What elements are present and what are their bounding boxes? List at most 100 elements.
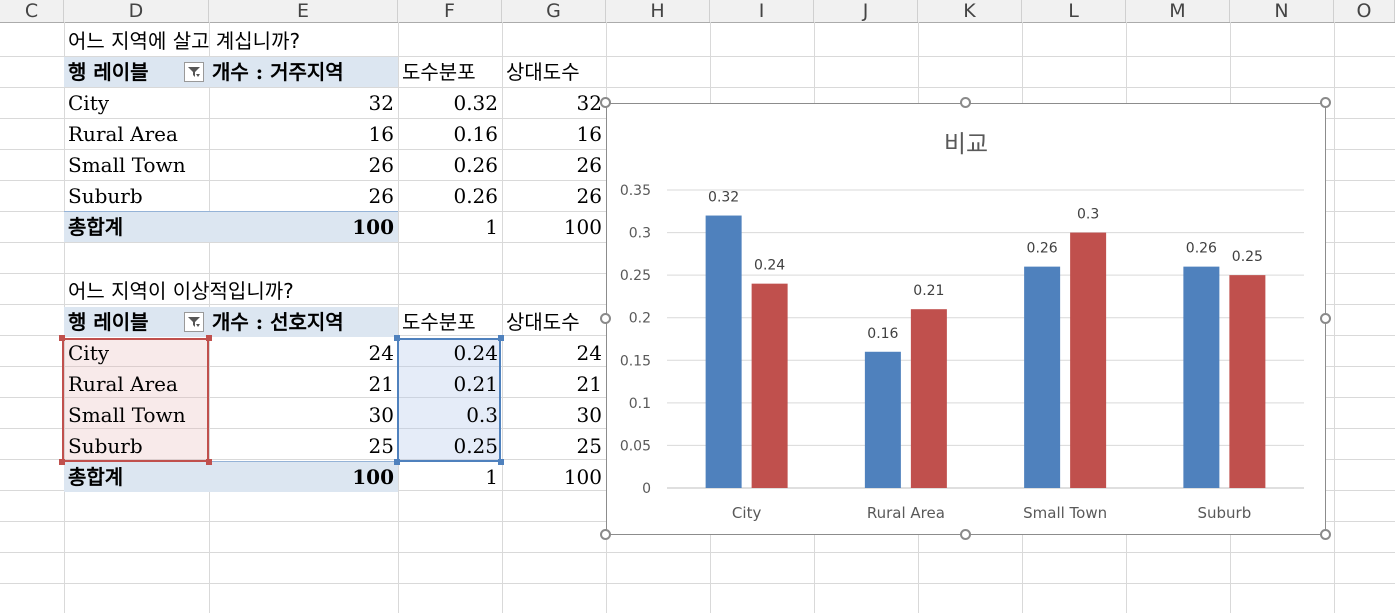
table1-row-count[interactable]: 32 [209,88,398,118]
column-header-g[interactable]: G [502,0,606,22]
resize-handle-top-left[interactable] [600,97,611,108]
table2-row-count[interactable]: 24 [209,338,398,368]
table1-freq-header[interactable]: 도수분포 [402,57,476,87]
table2-row-rel[interactable]: 24 [502,338,606,368]
selection-handle[interactable] [59,459,65,465]
y-tick-label: 0.2 [629,311,651,327]
y-tick-label: 0.3 [629,226,651,242]
table1-question[interactable]: 어느 지역에 살고 계십니까? [68,26,300,56]
table2-row-label[interactable]: City [68,338,109,368]
y-tick-label: 0.25 [620,268,651,284]
table1-count-header[interactable]: 개수 : 거주지역 [212,57,398,87]
table2-rel-header[interactable]: 상대도수 [506,307,580,337]
table2-row-label[interactable]: Small Town [68,400,186,430]
bar-chart[interactable]: 비교 0 0.05 0.1 0.15 0.2 0.25 0.3 0.35 0.32 0.24 City… [607,104,1325,534]
table2-row-rel[interactable]: 25 [502,431,606,461]
table1-row-label[interactable]: Rural Area [68,119,178,149]
table1-row-freq[interactable]: 0.16 [398,119,502,149]
column-header-d[interactable]: D [64,0,209,22]
chart-object[interactable]: 비교 0 0.05 0.1 0.15 0.2 0.25 0.3 0.35 0.32 0.24 City… [606,103,1326,535]
bar [705,215,742,488]
table1-row-freq[interactable]: 0.32 [398,88,502,118]
column-header-c[interactable]: C [0,0,64,22]
table1-rel-header[interactable]: 상대도수 [506,57,580,87]
y-tick-label: 0 [642,481,651,497]
filter-dropdown-icon[interactable] [184,312,204,332]
column-header-bar: C D E F G H I J K L M N O [0,0,1395,23]
table1-total-count[interactable]: 100 [209,212,398,242]
table1-total-freq[interactable]: 1 [398,212,502,242]
column-header-l[interactable]: L [1022,0,1126,22]
y-tick-label: 0.35 [620,183,651,199]
table1-row-rel[interactable]: 26 [502,181,606,211]
table1-row-freq[interactable]: 0.26 [398,181,502,211]
filter-dropdown-icon[interactable] [184,62,204,82]
table2-row-label[interactable]: Rural Area [68,369,178,399]
data-label: 0.3 [1077,207,1099,223]
column-header-e[interactable]: E [209,0,398,22]
table2-total-freq[interactable]: 1 [398,462,502,492]
column-header-n[interactable]: N [1230,0,1334,22]
bar [1070,232,1107,488]
table1-row-label[interactable]: Small Town [68,150,186,180]
data-label: 0.25 [1232,249,1263,265]
table2-row-count[interactable]: 21 [209,369,398,399]
resize-handle-top[interactable] [960,97,971,108]
grid-line-horizontal [0,552,1395,553]
table2-row-rel[interactable]: 30 [502,400,606,430]
bar [751,283,788,488]
resize-handle-bottom-left[interactable] [600,529,611,540]
table2-row-freq[interactable]: 0.3 [398,400,502,430]
data-label: 0.24 [754,258,785,274]
table2-row-freq[interactable]: 0.21 [398,369,502,399]
resize-handle-bottom[interactable] [960,529,971,540]
table2-total-rel[interactable]: 100 [502,462,606,492]
column-header-h[interactable]: H [606,0,710,22]
column-header-i[interactable]: I [710,0,814,22]
table2-row-label[interactable]: Suburb [68,431,143,461]
row-label-header-text: 행 레이블 [68,60,149,84]
column-header-o[interactable]: O [1334,0,1395,22]
table1-row-count[interactable]: 16 [209,119,398,149]
table2-row-count[interactable]: 30 [209,400,398,430]
table1-total-rel[interactable]: 100 [502,212,606,242]
table1-row-label[interactable]: City [68,88,109,118]
table1-row-label[interactable]: Suburb [68,181,143,211]
grid-line-vertical [1334,22,1335,613]
table2-question[interactable]: 어느 지역이 이상적입니까? [68,276,294,306]
table2-row-freq[interactable]: 0.25 [398,431,502,461]
row-label-header-text: 행 레이블 [68,310,149,334]
column-header-m[interactable]: M [1126,0,1230,22]
table2-count-header[interactable]: 개수 : 선호지역 [212,307,398,337]
table1-row-count[interactable]: 26 [209,181,398,211]
y-tick-label: 0.1 [629,396,651,412]
resize-handle-top-right[interactable] [1320,97,1331,108]
column-header-j[interactable]: J [814,0,918,22]
table1-row-rel[interactable]: 16 [502,119,606,149]
resize-handle-left[interactable] [600,313,611,324]
table2-total-count[interactable]: 100 [209,462,398,492]
table2-freq-header[interactable]: 도수분포 [402,307,476,337]
table1-row-freq[interactable]: 0.26 [398,150,502,180]
table1-row-count[interactable]: 26 [209,150,398,180]
column-header-k[interactable]: K [918,0,1022,22]
resize-handle-right[interactable] [1320,313,1331,324]
data-label: 0.32 [708,190,739,206]
table2-row-count[interactable]: 25 [209,431,398,461]
table2-total-label[interactable]: 총합계 [68,462,123,492]
selection-handle[interactable] [59,335,65,341]
x-tick-label: Rural Area [867,504,945,522]
table1-row-rel[interactable]: 32 [502,88,606,118]
resize-handle-bottom-right[interactable] [1320,529,1331,540]
column-header-f[interactable]: F [398,0,502,22]
data-label: 0.21 [913,283,944,299]
x-tick-label: Small Town [1023,504,1107,522]
chart-title: 비교 [944,130,988,158]
table2-row-freq[interactable]: 0.24 [398,338,502,368]
bar [1183,266,1220,488]
table2-row-rel[interactable]: 21 [502,369,606,399]
table1-row-rel[interactable]: 26 [502,150,606,180]
bar [864,351,901,488]
data-label: 0.26 [1027,241,1058,257]
table1-total-label[interactable]: 총합계 [68,212,123,242]
